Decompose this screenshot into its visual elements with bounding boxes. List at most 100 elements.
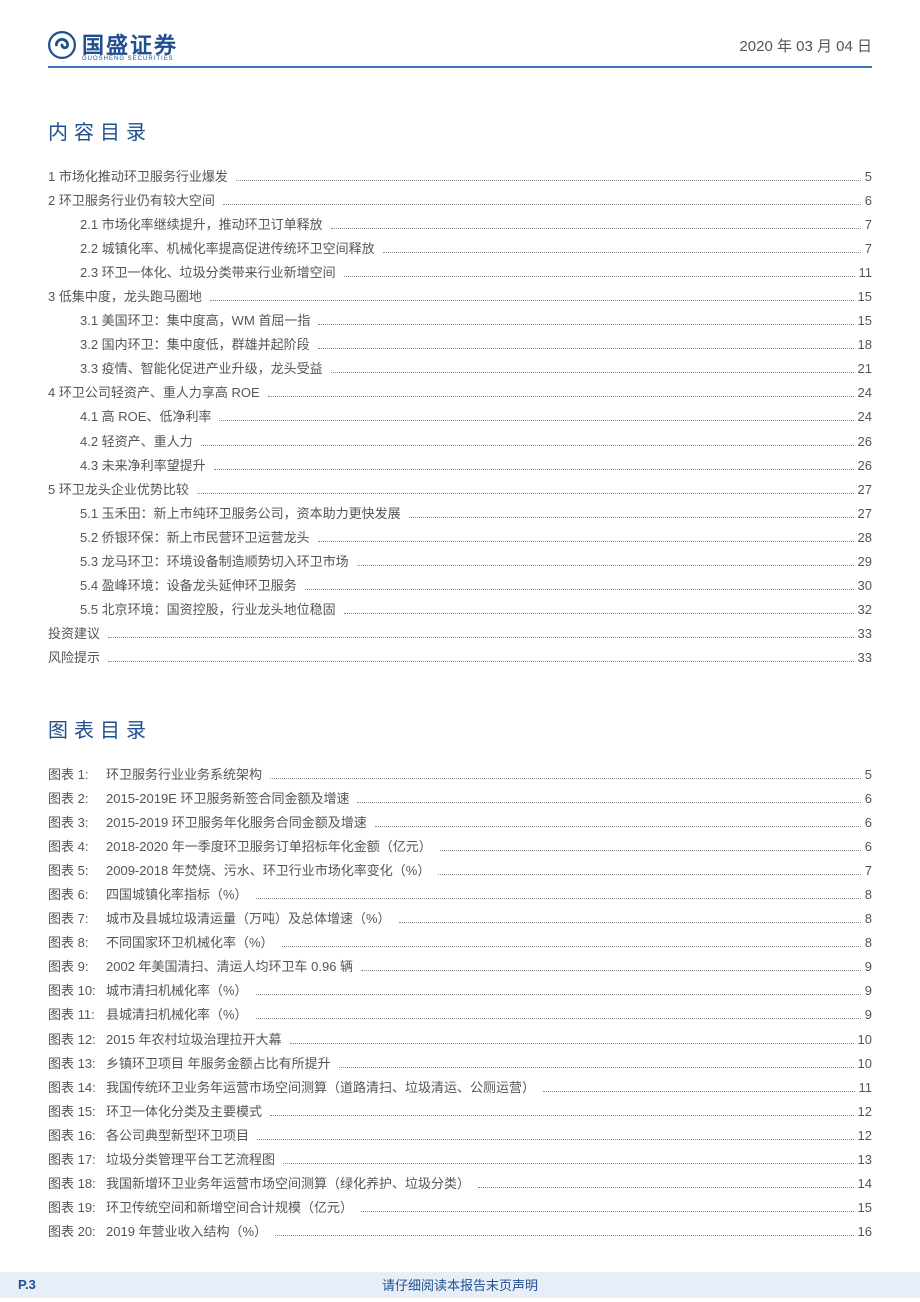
toc-entry[interactable]: 投资建议 33	[48, 622, 872, 646]
toc-entry[interactable]: 4.2 轻资产、重人力 26	[48, 430, 872, 454]
figure-entry[interactable]: 图表 19: 环卫传统空间和新增空间合计规模（亿元） 15	[48, 1196, 872, 1220]
figure-entry[interactable]: 图表 8: 不同国家环卫机械化率（%） 8	[48, 931, 872, 955]
figure-entry[interactable]: 图表 12: 2015 年农村垃圾治理拉开大幕 10	[48, 1028, 872, 1052]
leader-dots	[210, 292, 854, 301]
toc-entry[interactable]: 2.2 城镇化率、机械化率提高促进传统环卫空间释放 7	[48, 237, 872, 261]
toc-entry[interactable]: 3.3 疫情、智能化促进产业升级，龙头受益 21	[48, 357, 872, 381]
toc-entry-page: 21	[858, 357, 872, 381]
brand-logo: 国盛证券 GUOSHENG SECURITIES	[48, 28, 178, 62]
figure-entry-text: 我国新增环卫业务年运营市场空间测算（绿化养护、垃圾分类）	[106, 1172, 474, 1196]
figure-entry-num: 图表 8:	[48, 931, 106, 955]
toc-entry-page: 26	[858, 454, 872, 478]
figure-entry-num: 图表 15:	[48, 1100, 106, 1124]
figure-entry-text: 垃圾分类管理平台工艺流程图	[106, 1148, 279, 1172]
figure-entry[interactable]: 图表 13: 乡镇环卫项目 年服务金额占比有所提升 10	[48, 1052, 872, 1076]
toc-entry[interactable]: 1 市场化推动环卫服务行业爆发 5	[48, 165, 872, 189]
toc-entry-text: 3 低集中度，龙头跑马圈地	[48, 285, 206, 309]
toc-entry[interactable]: 5 环卫龙头企业优势比较 27	[48, 478, 872, 502]
figure-entry-text: 2015 年农村垃圾治理拉开大幕	[106, 1028, 286, 1052]
page-header: 国盛证券 GUOSHENG SECURITIES 2020 年 03 月 04 …	[48, 28, 872, 68]
figure-entry-page: 7	[865, 859, 872, 883]
toc-entry-text: 5.3 龙马环卫：环境设备制造顺势切入环卫市场	[80, 550, 353, 574]
toc-entry-page: 24	[858, 381, 872, 405]
figure-entry-num: 图表 16:	[48, 1124, 106, 1148]
figure-entry-text: 各公司典型新型环卫项目	[106, 1124, 253, 1148]
leader-dots	[318, 533, 854, 542]
toc-entry[interactable]: 2.3 环卫一体化、垃圾分类带来行业新增空间 11	[48, 261, 872, 285]
toc-entry-text: 2.2 城镇化率、机械化率提高促进传统环卫空间释放	[80, 237, 379, 261]
figure-entry[interactable]: 图表 20: 2019 年营业收入结构（%） 16	[48, 1220, 872, 1244]
toc-entry[interactable]: 2.1 市场化率继续提升，推动环卫订单释放 7	[48, 213, 872, 237]
figure-entry-text: 环卫传统空间和新增空间合计规模（亿元）	[106, 1196, 357, 1220]
toc-entry-page: 24	[858, 405, 872, 429]
toc-entry[interactable]: 5.4 盈峰环境：设备龙头延伸环卫服务 30	[48, 574, 872, 598]
toc-entry-page: 30	[858, 574, 872, 598]
figure-entry[interactable]: 图表 10: 城市清扫机械化率（%） 9	[48, 979, 872, 1003]
figure-entry[interactable]: 图表 2: 2015-2019E 环卫服务新签合同金额及增速 6	[48, 787, 872, 811]
figure-entry[interactable]: 图表 4: 2018-2020 年一季度环卫服务订单招标年化金额（亿元） 6	[48, 835, 872, 859]
figure-entry[interactable]: 图表 14: 我国传统环卫业务年运营市场空间测算（道路清扫、垃圾清运、公厕运营）…	[48, 1076, 872, 1100]
figure-entry[interactable]: 图表 7: 城市及县城垃圾清运量（万吨）及总体增速（%） 8	[48, 907, 872, 931]
figure-entry-page: 10	[858, 1052, 872, 1076]
toc-entry-text: 3.1 美国环卫：集中度高，WM 首屈一指	[80, 309, 314, 333]
figure-entry[interactable]: 图表 9: 2002 年美国清扫、清运人均环卫车 0.96 辆 9	[48, 955, 872, 979]
figure-entry[interactable]: 图表 5: 2009-2018 年焚烧、污水、环卫行业市场化率变化（%） 7	[48, 859, 872, 883]
figure-entry-num: 图表 11:	[48, 1003, 106, 1027]
page-footer: P.3 请仔细阅读本报告末页声明	[0, 1272, 920, 1298]
toc-entry[interactable]: 5.1 玉禾田：新上市纯环卫服务公司，资本助力更快发展 27	[48, 502, 872, 526]
leader-dots	[344, 605, 854, 614]
toc-entry[interactable]: 风险提示 33	[48, 646, 872, 670]
leader-dots	[236, 172, 861, 181]
figure-entry[interactable]: 图表 3: 2015-2019 环卫服务年化服务合同金额及增速 6	[48, 811, 872, 835]
figure-entry-page: 9	[865, 1003, 872, 1027]
toc-entry-text: 2 环卫服务行业仍有较大空间	[48, 189, 219, 213]
leader-dots	[275, 1227, 853, 1236]
toc-entry[interactable]: 4.1 高 ROE、低净利率 24	[48, 405, 872, 429]
figure-entry-text: 2019 年营业收入结构（%）	[106, 1220, 271, 1244]
toc-entry[interactable]: 3.2 国内环卫：集中度低，群雄并起阶段 18	[48, 333, 872, 357]
toc-entry[interactable]: 4.3 未来净利率望提升 26	[48, 454, 872, 478]
figure-entry-page: 6	[865, 835, 872, 859]
toc-entry-text: 5.1 玉禾田：新上市纯环卫服务公司，资本助力更快发展	[80, 502, 405, 526]
toc-entry-page: 15	[858, 309, 872, 333]
figure-entry[interactable]: 图表 11: 县城清扫机械化率（%） 9	[48, 1003, 872, 1027]
toc-entry[interactable]: 3.1 美国环卫：集中度高，WM 首屈一指 15	[48, 309, 872, 333]
figure-entry[interactable]: 图表 17: 垃圾分类管理平台工艺流程图 13	[48, 1148, 872, 1172]
figure-entry[interactable]: 图表 6: 四国城镇化率指标（%） 8	[48, 883, 872, 907]
toc-entry-text: 4.1 高 ROE、低净利率	[80, 405, 215, 429]
toc-entry[interactable]: 5.3 龙马环卫：环境设备制造顺势切入环卫市场 29	[48, 550, 872, 574]
figures-heading: 图表目录	[48, 714, 872, 743]
toc-entry[interactable]: 4 环卫公司轻资产、重人力享高 ROE 24	[48, 381, 872, 405]
figure-entry[interactable]: 图表 15: 环卫一体化分类及主要模式 12	[48, 1100, 872, 1124]
toc-entry-page: 5	[865, 165, 872, 189]
figure-entry-num: 图表 17:	[48, 1148, 106, 1172]
figure-entry[interactable]: 图表 1: 环卫服务行业业务系统架构 5	[48, 763, 872, 787]
toc-entry-page: 27	[858, 478, 872, 502]
figure-entry-num: 图表 9:	[48, 955, 106, 979]
toc-entry[interactable]: 2 环卫服务行业仍有较大空间 6	[48, 189, 872, 213]
leader-dots	[318, 340, 854, 349]
figure-entry-num: 图表 3:	[48, 811, 106, 835]
figure-entry-num: 图表 1:	[48, 763, 106, 787]
leader-dots	[478, 1179, 854, 1188]
toc-entry[interactable]: 3 低集中度，龙头跑马圈地 15	[48, 285, 872, 309]
toc-entry[interactable]: 5.2 侨银环保：新上市民营环卫运营龙头 28	[48, 526, 872, 550]
leader-dots	[219, 412, 853, 421]
leader-dots	[438, 866, 860, 875]
leader-dots	[357, 557, 854, 566]
figure-entry-text: 县城清扫机械化率（%）	[106, 1003, 252, 1027]
toc-entry-page: 33	[858, 622, 872, 646]
leader-dots	[339, 1058, 854, 1067]
leader-dots	[331, 220, 861, 229]
brand-sub: GUOSHENG SECURITIES	[82, 56, 178, 62]
toc-entry[interactable]: 5.5 北京环境：国资控股，行业龙头地位稳固 32	[48, 598, 872, 622]
toc-entry-page: 11	[859, 261, 873, 285]
figure-entry-page: 14	[858, 1172, 872, 1196]
figure-entry[interactable]: 图表 18: 我国新增环卫业务年运营市场空间测算（绿化养护、垃圾分类） 14	[48, 1172, 872, 1196]
figure-entry-page: 9	[865, 955, 872, 979]
leader-dots	[383, 244, 861, 253]
figure-entry-num: 图表 5:	[48, 859, 106, 883]
toc-entry-page: 7	[865, 213, 872, 237]
figure-entry-page: 9	[865, 979, 872, 1003]
figure-entry[interactable]: 图表 16: 各公司典型新型环卫项目 12	[48, 1124, 872, 1148]
